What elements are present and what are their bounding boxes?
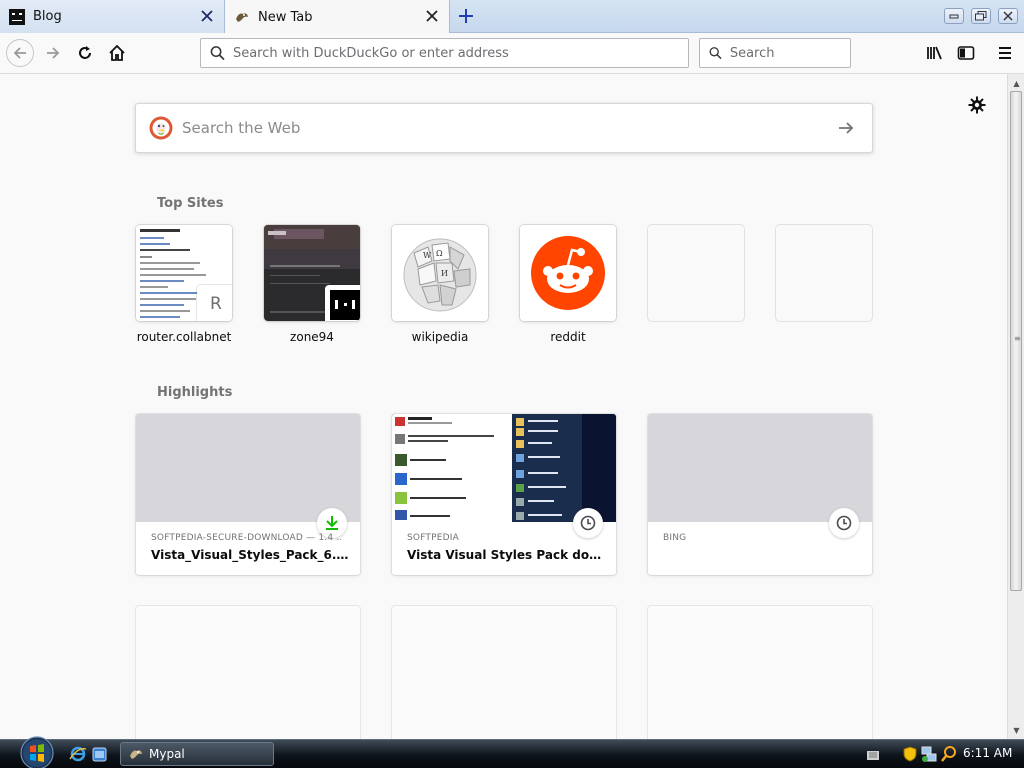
web-search-box[interactable] <box>135 103 873 153</box>
site-thumbnail: W Ω И <box>392 225 488 321</box>
top-site-empty-slot <box>648 225 744 321</box>
zone94-favicon-icon <box>325 285 360 321</box>
search-icon <box>210 46 225 61</box>
site-letter-badge: R <box>197 285 232 321</box>
mypal-favicon-icon <box>234 9 250 25</box>
close-tab-icon[interactable] <box>425 9 439 23</box>
keyboard-icon[interactable] <box>866 747 880 761</box>
new-tab-page: Top Sites <box>0 74 1024 767</box>
arrow-right-icon[interactable] <box>834 116 858 140</box>
scroll-grip-icon: ≡ <box>1014 334 1021 343</box>
restore-button[interactable] <box>971 8 991 24</box>
highlights-heading: Highlights <box>157 385 233 400</box>
top-site-empty-slot <box>776 225 872 321</box>
scroll-down-arrow-icon[interactable]: ▼ <box>1008 723 1024 737</box>
card-source: BING <box>663 533 687 543</box>
tab-label: New Tab <box>258 9 313 25</box>
card-source: SOFTPEDIA-SECURE-DOWNLOAD — 1.4 … <box>151 533 341 543</box>
close-tab-icon[interactable] <box>200 9 214 23</box>
blog-favicon-icon <box>9 8 25 25</box>
windows-taskbar: Mypal 6:11 AM <box>0 736 1024 768</box>
browser-window: Blog New Tab Search with DuckDuckGo or e… <box>0 0 1024 768</box>
start-orb-button[interactable] <box>18 736 56 768</box>
search-bar[interactable] <box>699 38 851 68</box>
reload-icon[interactable] <box>71 39 99 67</box>
site-thumbnail <box>264 225 360 321</box>
site-label: zone94 <box>290 330 334 344</box>
close-window-button[interactable] <box>998 8 1018 24</box>
tab-strip: Blog New Tab <box>0 0 1024 34</box>
search-input[interactable] <box>729 45 850 61</box>
card-title: Vista_Visual_Styles_Pack_6.0.zip <box>151 548 351 562</box>
highlight-card-softpedia[interactable]: SOFTPEDIA Vista Visual Styles Pack downl… <box>392 414 616 575</box>
card-source: SOFTPEDIA <box>407 533 459 543</box>
security-shield-icon[interactable] <box>903 746 917 762</box>
top-site-zone94[interactable]: zone94 <box>264 225 360 344</box>
svg-text:И: И <box>441 269 448 278</box>
gear-icon[interactable] <box>966 94 988 116</box>
web-search-input[interactable] <box>182 119 834 137</box>
sidebar-icon[interactable] <box>952 39 980 67</box>
network-icon[interactable] <box>921 745 937 763</box>
forward-arrow-icon[interactable] <box>39 39 67 67</box>
taskbar-button-mypal[interactable]: Mypal <box>120 742 274 766</box>
address-bar[interactable] <box>200 38 689 68</box>
site-thumbnail <box>520 225 616 321</box>
navigation-toolbar <box>0 33 1024 74</box>
back-arrow-icon[interactable] <box>6 39 34 67</box>
site-thumbnail: R <box>136 225 232 321</box>
site-label: router.collabnet <box>136 330 232 344</box>
svg-text:W: W <box>423 251 432 260</box>
card-title: Vista Visual Styles Pack downloa… <box>407 548 607 562</box>
top-site-reddit[interactable]: reddit <box>520 225 616 344</box>
top-site-wikipedia[interactable]: W Ω И wikipedia <box>392 225 488 344</box>
card-preview-placeholder <box>648 414 872 522</box>
top-site-router-collabnet[interactable]: R router.collabnet <box>136 225 232 344</box>
search-magnifier-icon[interactable] <box>941 745 957 763</box>
tab-blog[interactable]: Blog <box>0 0 225 33</box>
empty-tile <box>648 225 744 321</box>
scrollbar-thumb[interactable]: ≡ <box>1010 91 1022 591</box>
system-clock[interactable]: 6:11 AM <box>963 746 1012 760</box>
site-label: reddit <box>550 330 586 344</box>
highlight-card-bing[interactable]: BING <box>648 414 872 575</box>
search-icon <box>709 47 722 60</box>
new-tab-plus-icon[interactable] <box>454 4 478 28</box>
reddit-logo-icon <box>520 225 616 321</box>
duckduckgo-logo-icon <box>149 116 173 140</box>
svg-text:Ω: Ω <box>436 249 443 258</box>
tab-label: Blog <box>33 9 62 24</box>
taskbar-button-label: Mypal <box>149 747 185 761</box>
wikipedia-globe-icon: W Ω И <box>392 225 488 321</box>
site-label: wikipedia <box>411 330 469 344</box>
highlight-card-download[interactable]: SOFTPEDIA-SECURE-DOWNLOAD — 1.4 … Vista_… <box>136 414 360 575</box>
tab-new-tab[interactable]: New Tab <box>225 0 450 34</box>
top-sites-heading: Top Sites <box>157 196 224 211</box>
minimize-button[interactable] <box>944 8 964 24</box>
show-desktop-icon[interactable] <box>92 745 108 763</box>
vertical-scrollbar[interactable]: ▲ ≡ ▼ <box>1007 74 1024 739</box>
scroll-up-arrow-icon[interactable]: ▲ <box>1008 76 1024 90</box>
internet-explorer-icon[interactable] <box>69 745 87 763</box>
home-icon[interactable] <box>103 39 131 67</box>
card-preview-startmenu-screenshot <box>392 414 616 522</box>
card-preview-placeholder <box>136 414 360 522</box>
menu-hamburger-icon[interactable] <box>991 39 1019 67</box>
empty-tile <box>776 225 872 321</box>
library-icon[interactable] <box>921 39 949 67</box>
mypal-app-icon <box>128 746 144 762</box>
address-input[interactable] <box>232 45 688 61</box>
